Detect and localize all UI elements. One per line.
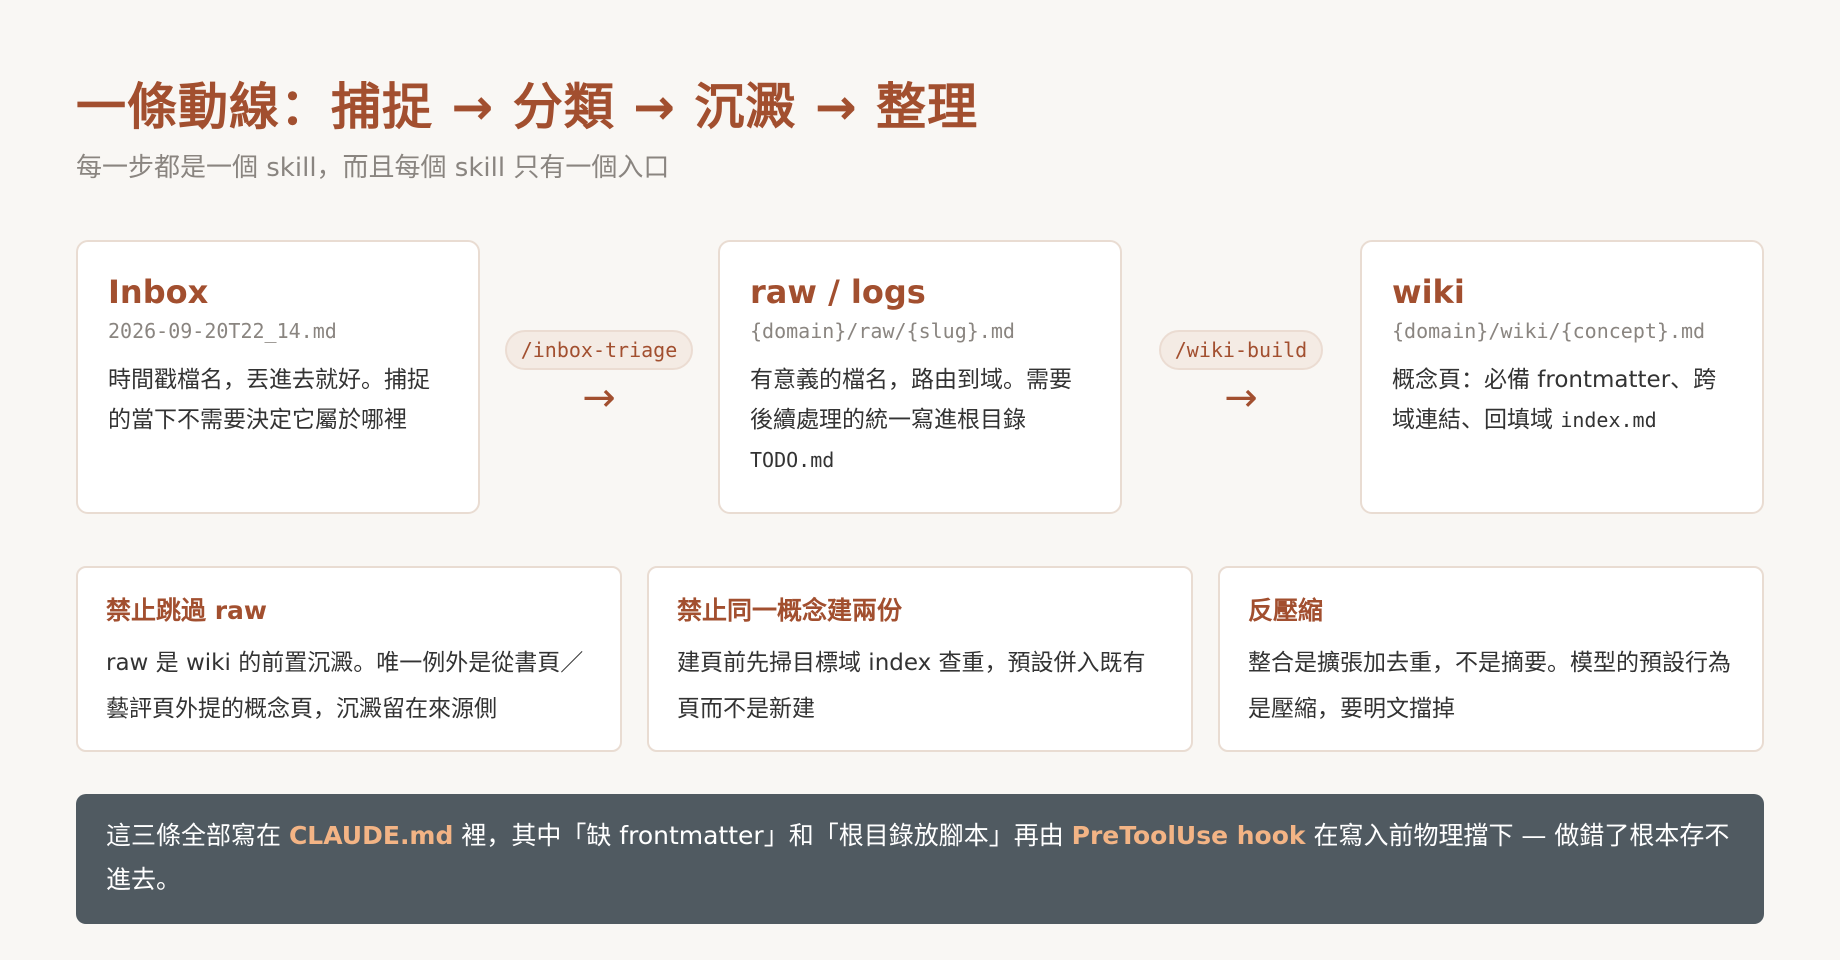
rule-body: 整合是擴張加去重，不是摘要。模型的預設行為是壓縮，要明文擋掉 xyxy=(1248,650,1731,722)
stage-title: Inbox xyxy=(108,273,209,311)
page-title: 一條動線：捕捉 → 分類 → 沉澱 → 整理 xyxy=(76,78,979,136)
stage-description-text: 概念頁：必備 frontmatter、跨域連結、回填域 xyxy=(1392,367,1717,433)
pipeline-flow: Inbox 2026-09-20T22_14.md 時間戳檔名，丟進去就好。捕捉… xyxy=(76,240,1764,514)
arrow-right-icon: → xyxy=(582,375,616,421)
connector-wiki-build: /wiki-build → xyxy=(1122,330,1360,440)
stage-title: wiki xyxy=(1392,273,1465,311)
rule-card-no-duplicate-concept: 禁止同一概念建兩份 建頁前先掃目標域 index 查重，預設併入既有頁而不是新建 xyxy=(647,566,1193,752)
connector-inbox-triage: /inbox-triage → xyxy=(480,330,718,440)
stage-description: 概念頁：必備 frontmatter、跨域連結、回填域 index.md xyxy=(1392,360,1732,440)
stage-description-code: TODO.md xyxy=(750,448,835,472)
rule-title: 反壓縮 xyxy=(1248,596,1324,625)
rules-row: 禁止跳過 raw raw 是 wiki 的前置沉澱。唯一例外是從書頁／藝評頁外提… xyxy=(76,566,1764,752)
banner-highlight-pretooluse-hook: PreToolUse hook xyxy=(1071,821,1306,850)
stage-description-text: 有意義的檔名，路由到域。需要後續處理的統一寫進根目錄 xyxy=(750,367,1072,433)
arrow-right-icon: → xyxy=(1224,375,1258,421)
stage-card-wiki: wiki {domain}/wiki/{concept}.md 概念頁：必備 f… xyxy=(1360,240,1764,514)
rule-title: 禁止同一概念建兩份 xyxy=(677,596,903,625)
stage-description-code: index.md xyxy=(1560,408,1657,432)
rule-title: 禁止跳過 raw xyxy=(106,596,267,625)
stage-title: raw / logs xyxy=(750,273,926,311)
page: 一條動線：捕捉 → 分類 → 沉澱 → 整理 每一步都是一個 skill，而且每… xyxy=(76,72,1764,924)
stage-path: {domain}/raw/{slug}.md xyxy=(750,319,1015,343)
command-pill-inbox-triage: /inbox-triage xyxy=(504,330,694,370)
rule-body: raw 是 wiki 的前置沉澱。唯一例外是從書頁／藝評頁外提的概念頁，沉澱留在… xyxy=(106,650,584,722)
banner-text-1: 這三條全部寫在 xyxy=(106,821,289,850)
stage-card-inbox: Inbox 2026-09-20T22_14.md 時間戳檔名，丟進去就好。捕捉… xyxy=(76,240,480,514)
stage-path: {domain}/wiki/{concept}.md xyxy=(1392,319,1706,343)
rule-card-no-skip-raw: 禁止跳過 raw raw 是 wiki 的前置沉澱。唯一例外是從書頁／藝評頁外提… xyxy=(76,566,622,752)
summary-banner: 這三條全部寫在 CLAUDE.md 裡，其中「缺 frontmatter」和「根… xyxy=(76,794,1764,924)
banner-highlight-claude-md: CLAUDE.md xyxy=(288,821,454,850)
banner-text-2: 裡，其中「缺 frontmatter」和「根目錄放腳本」再由 xyxy=(453,821,1072,850)
stage-description-text: 時間戳檔名，丟進去就好。捕捉的當下不需要決定它屬於哪裡 xyxy=(108,367,430,433)
page-subtitle: 每一步都是一個 skill，而且每個 skill 只有一個入口 xyxy=(76,153,670,183)
stage-description: 時間戳檔名，丟進去就好。捕捉的當下不需要決定它屬於哪裡 xyxy=(108,360,448,440)
rule-body: 建頁前先掃目標域 index 查重，預設併入既有頁而不是新建 xyxy=(677,650,1146,722)
stage-description: 有意義的檔名，路由到域。需要後續處理的統一寫進根目錄 TODO.md xyxy=(750,360,1090,480)
rule-card-anti-compression: 反壓縮 整合是擴張加去重，不是摘要。模型的預設行為是壓縮，要明文擋掉 xyxy=(1218,566,1764,752)
command-pill-wiki-build: /wiki-build xyxy=(1158,330,1324,370)
stage-path: 2026-09-20T22_14.md xyxy=(108,319,337,343)
stage-card-raw-logs: raw / logs {domain}/raw/{slug}.md 有意義的檔名… xyxy=(718,240,1122,514)
